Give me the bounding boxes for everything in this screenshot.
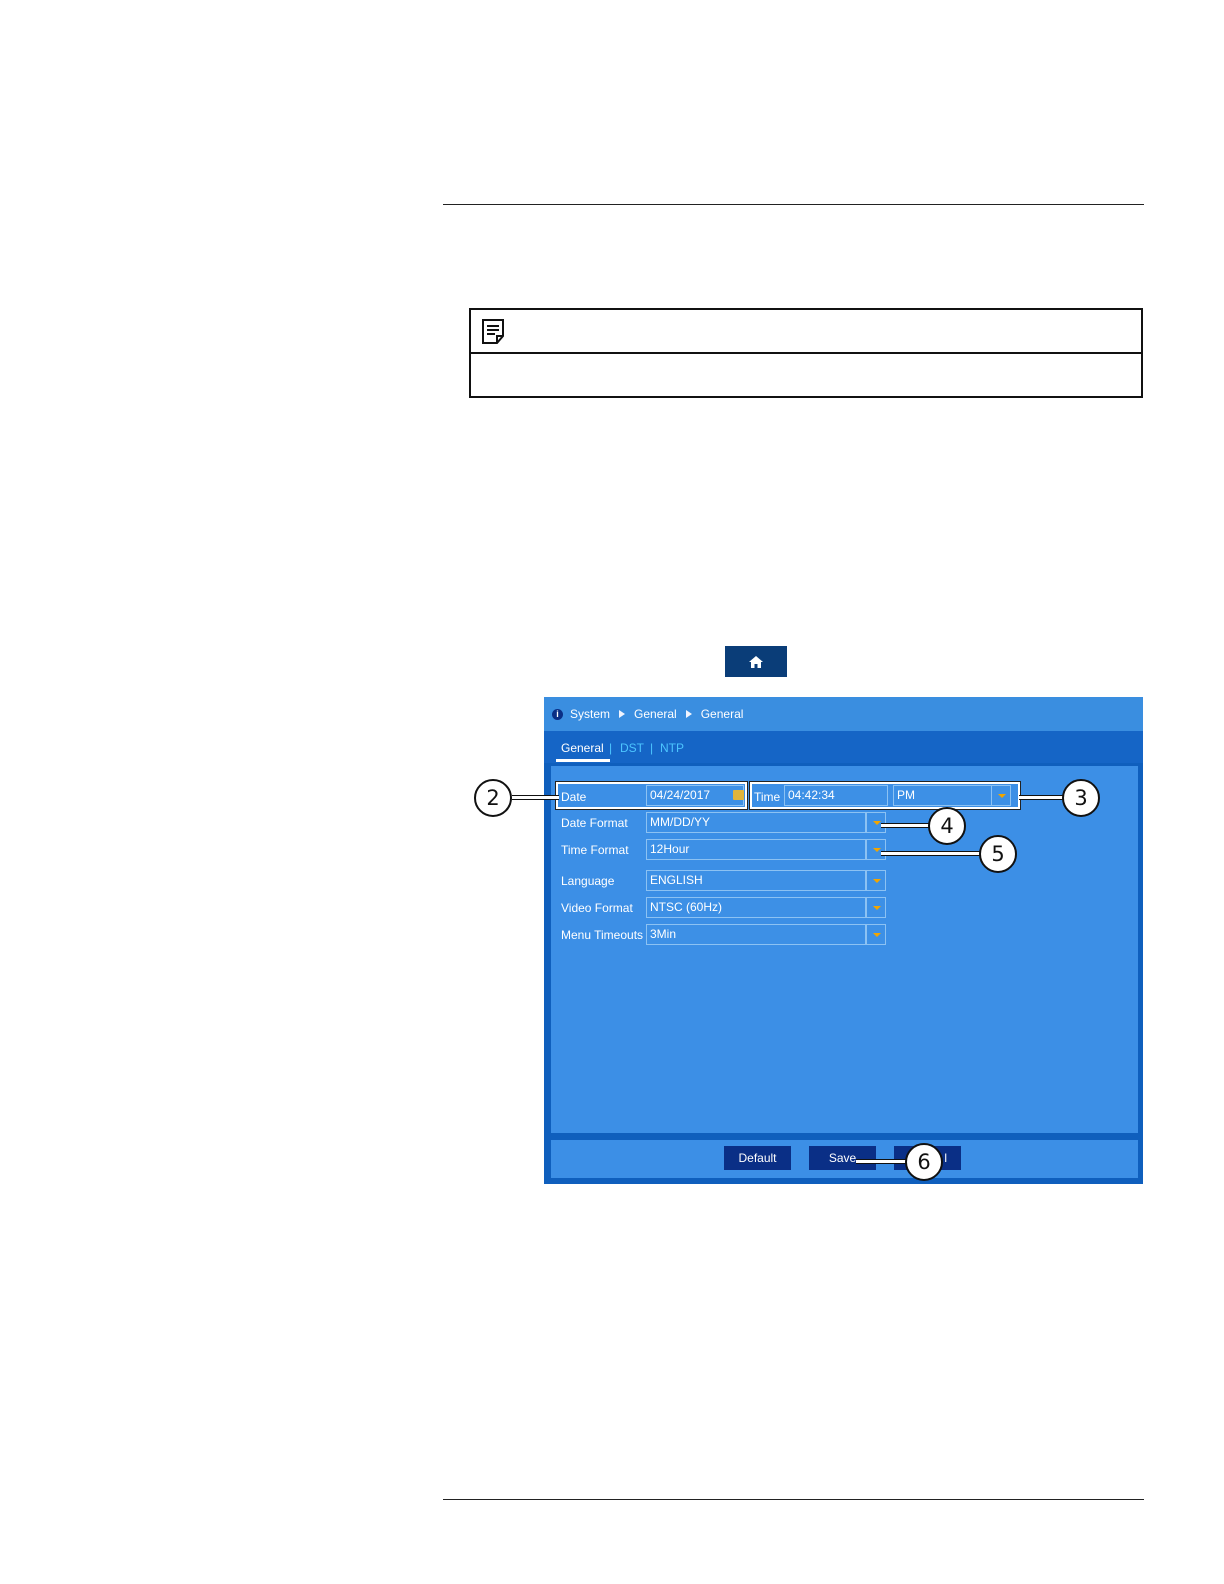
tab-bar: General | DST | NTP bbox=[544, 731, 1143, 763]
dvr-settings-window: i System General General General | DST |… bbox=[544, 697, 1143, 1184]
note-box bbox=[469, 308, 1143, 398]
tab-ntp[interactable]: NTP bbox=[660, 741, 684, 755]
breadcrumb-item: General bbox=[700, 707, 744, 721]
home-icon bbox=[749, 655, 763, 668]
callout-leader bbox=[1019, 795, 1064, 800]
bottom-rule bbox=[443, 1499, 1144, 1500]
date-format-select[interactable]: MM/DD/YY bbox=[646, 812, 866, 833]
note-divider bbox=[471, 352, 1141, 354]
tab-general[interactable]: General bbox=[561, 741, 604, 755]
date-label: Date bbox=[561, 790, 587, 804]
cancel-button-label: l bbox=[944, 1151, 947, 1165]
date-format-label: Date Format bbox=[561, 816, 628, 830]
tab-separator: | bbox=[609, 741, 613, 755]
callout-leader bbox=[856, 1159, 908, 1164]
breadcrumb-arrow-icon bbox=[619, 710, 626, 718]
tab-dst[interactable]: DST bbox=[620, 741, 644, 755]
callout-leader bbox=[881, 851, 980, 856]
active-tab-underline bbox=[556, 759, 610, 762]
default-button[interactable]: Default bbox=[724, 1146, 791, 1170]
save-button[interactable]: Save bbox=[809, 1146, 876, 1170]
language-select[interactable]: ENGLISH bbox=[646, 870, 866, 891]
video-format-label: Video Format bbox=[561, 901, 633, 915]
breadcrumb-arrow-icon bbox=[685, 710, 692, 718]
chevron-down-icon[interactable] bbox=[866, 924, 886, 945]
time-field[interactable]: 04:42:34 bbox=[784, 785, 888, 806]
language-label: Language bbox=[561, 874, 615, 888]
callout-5: 5 bbox=[979, 835, 1017, 873]
chevron-down-icon[interactable] bbox=[991, 785, 1011, 806]
chevron-down-icon[interactable] bbox=[866, 870, 886, 891]
note-icon bbox=[481, 318, 507, 351]
chevron-down-icon[interactable] bbox=[866, 839, 886, 860]
breadcrumb: i System General General bbox=[544, 697, 1143, 731]
tab-separator: | bbox=[650, 741, 654, 755]
breadcrumb-item[interactable]: System bbox=[570, 707, 610, 721]
settings-panel: Date 04/24/2017 Time 04:42:34 PM Date Fo… bbox=[551, 766, 1138, 1133]
info-icon: i bbox=[552, 708, 563, 720]
ampm-select[interactable]: PM bbox=[893, 785, 993, 806]
callout-leader bbox=[881, 823, 929, 828]
video-format-select[interactable]: NTSC (60Hz) bbox=[646, 897, 866, 918]
callout-leader bbox=[512, 795, 559, 800]
time-label: Time bbox=[754, 790, 781, 804]
time-format-select[interactable]: 12Hour bbox=[646, 839, 866, 860]
calendar-icon[interactable] bbox=[733, 790, 744, 800]
callout-2: 2 bbox=[474, 779, 512, 817]
date-field[interactable]: 04/24/2017 bbox=[646, 785, 744, 806]
menu-timeouts-select[interactable]: 3Min bbox=[646, 924, 866, 945]
callout-6: 6 bbox=[905, 1143, 943, 1181]
chevron-down-icon[interactable] bbox=[866, 897, 886, 918]
menu-timeouts-label: Menu Timeouts bbox=[561, 928, 644, 942]
callout-4: 4 bbox=[928, 807, 966, 845]
callout-3: 3 bbox=[1062, 779, 1100, 817]
home-button[interactable] bbox=[725, 646, 787, 677]
breadcrumb-item[interactable]: General bbox=[634, 707, 677, 721]
top-rule bbox=[443, 204, 1144, 205]
time-format-label: Time Format bbox=[561, 843, 629, 857]
